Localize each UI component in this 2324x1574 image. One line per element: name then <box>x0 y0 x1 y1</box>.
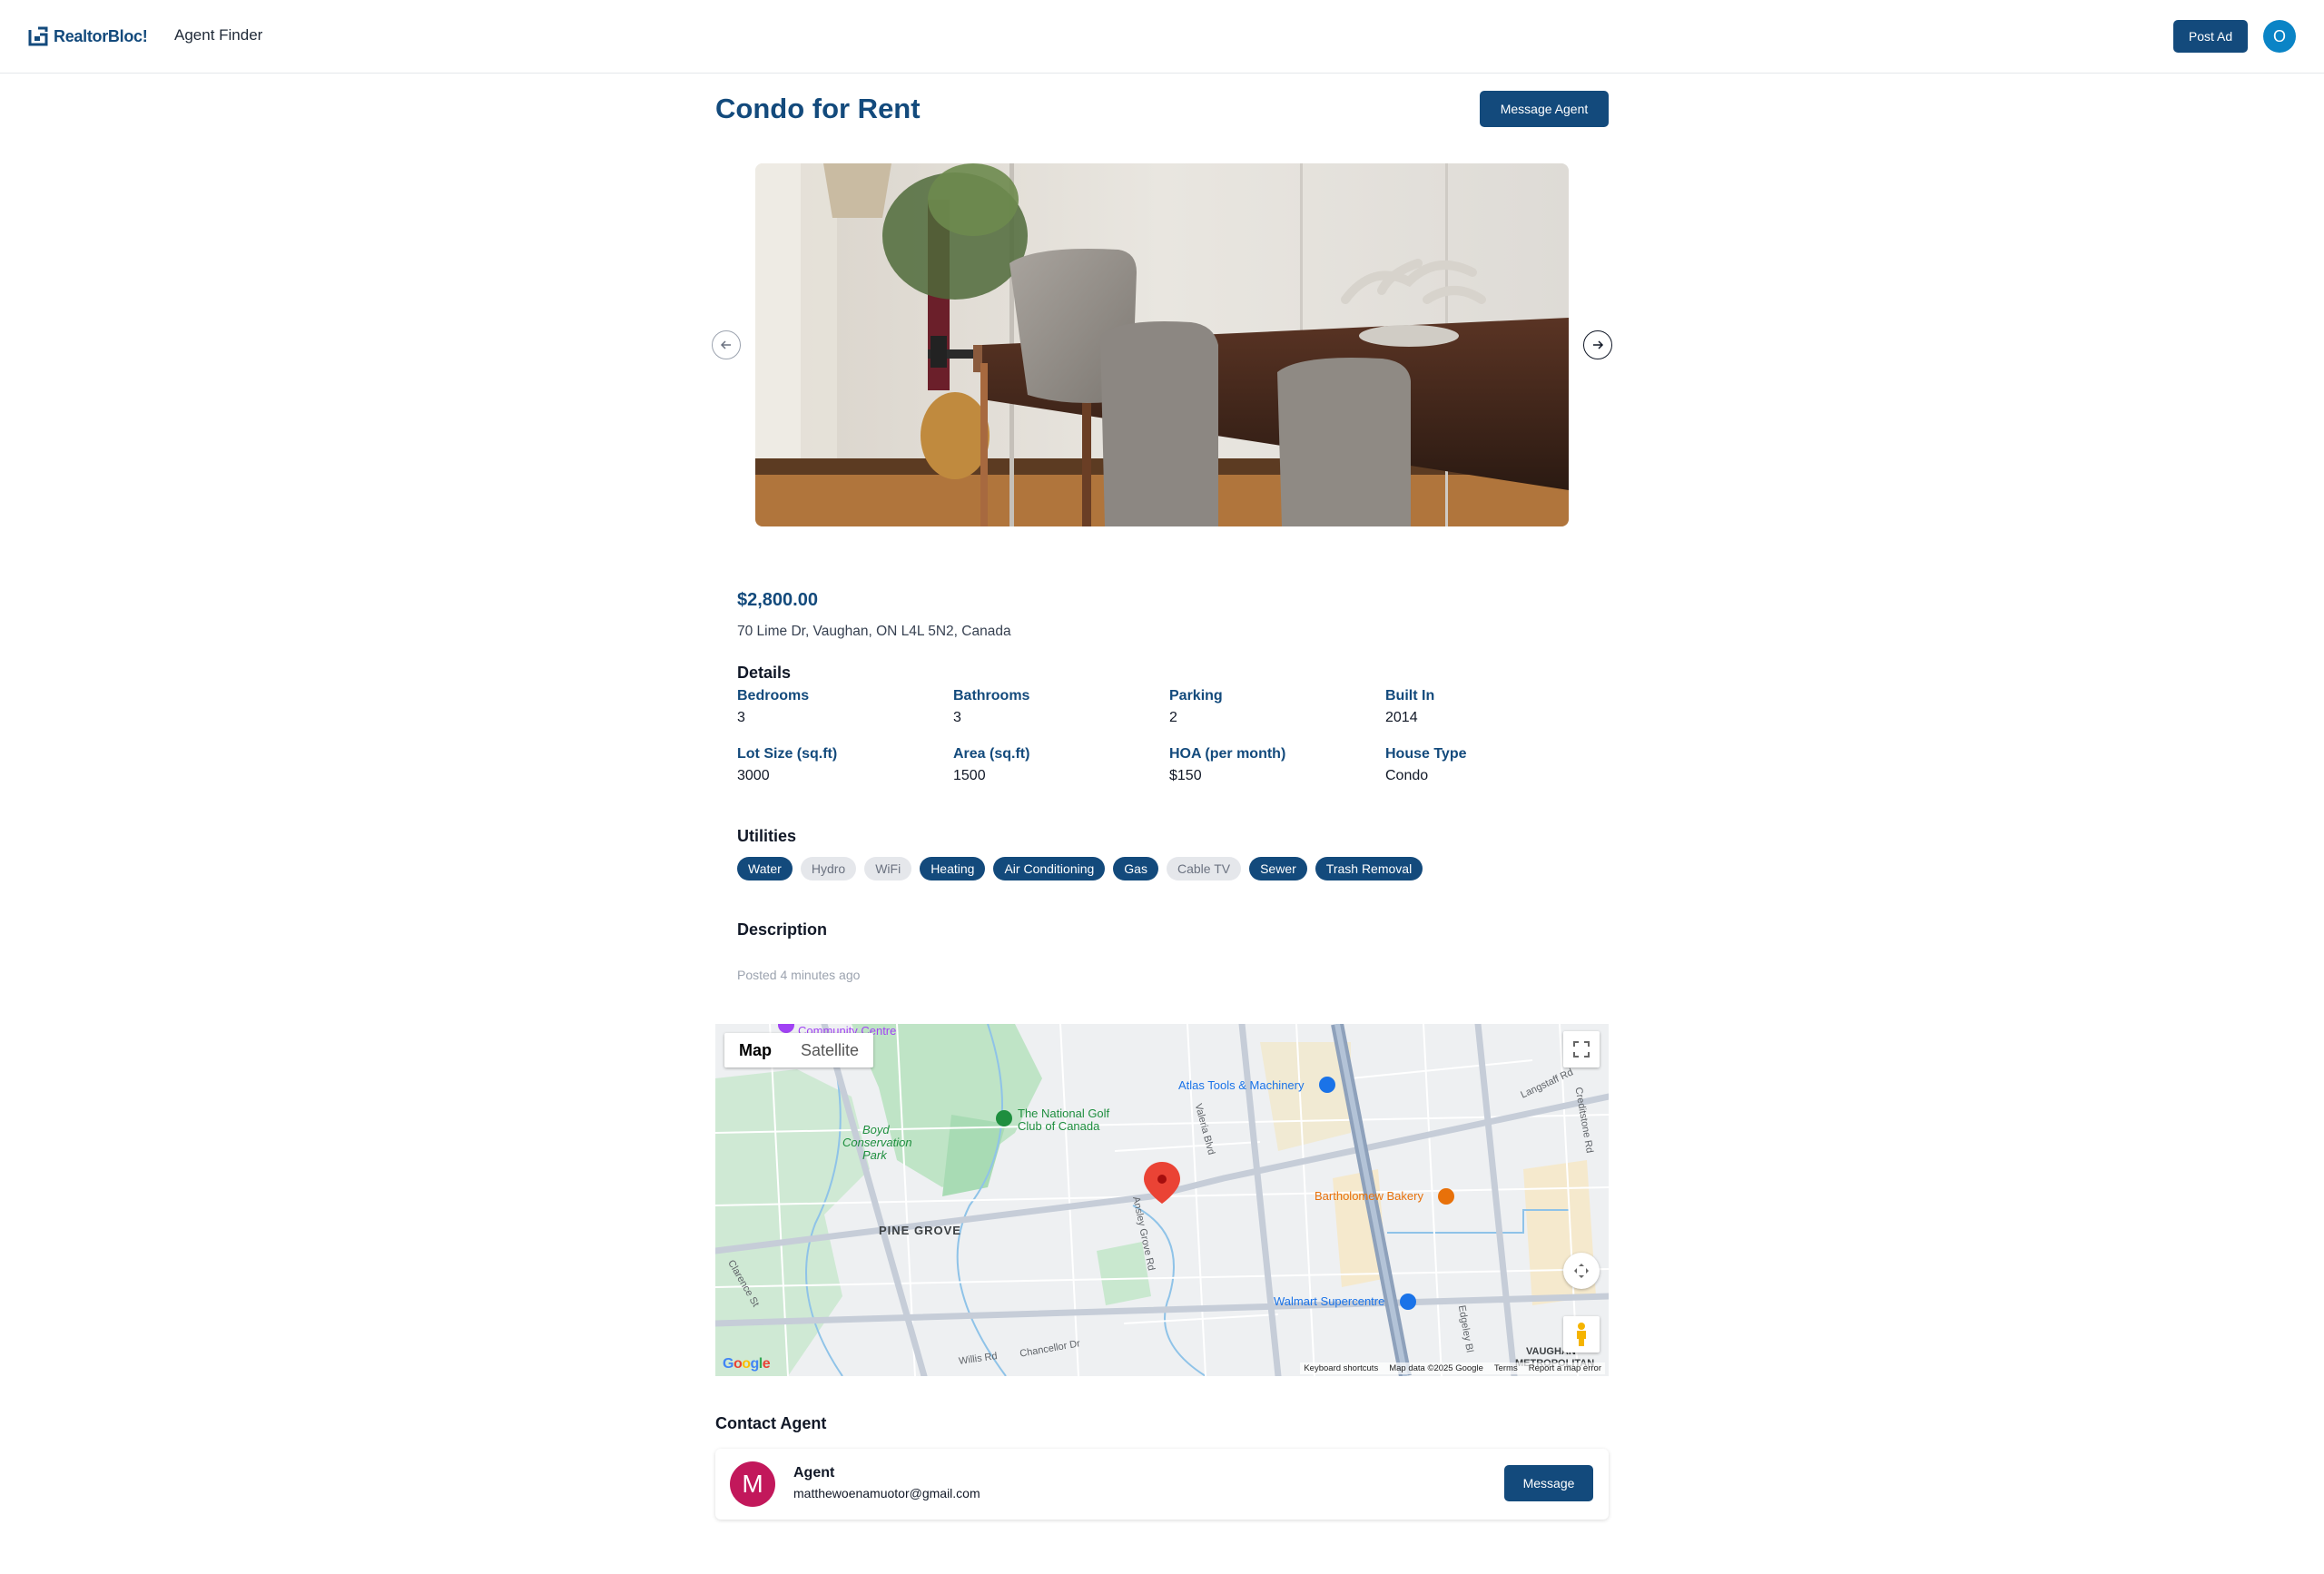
utility-pill-hydro: Hydro <box>800 857 857 880</box>
utility-pill-trash-removal: Trash Removal <box>1315 857 1423 880</box>
detail-built-in: Built In 2014 <box>1385 688 1434 726</box>
detail-value: 1500 <box>953 768 986 783</box>
carousel-next-button[interactable] <box>1583 330 1612 359</box>
detail-value: 2 <box>1169 710 1177 725</box>
details-heading: Details <box>737 664 792 682</box>
fullscreen-icon <box>1573 1041 1590 1058</box>
detail-value: 3 <box>953 710 961 725</box>
top-navbar: RealtorBloc! Agent Finder Post Ad O <box>0 0 2324 74</box>
detail-value: Condo <box>1385 768 1429 783</box>
brand-name: RealtorBloc! <box>54 26 148 45</box>
agent-name: Agent <box>793 1465 835 1481</box>
contact-agent-heading: Contact Agent <box>715 1414 827 1432</box>
detail-label: Bathrooms <box>953 688 1030 703</box>
message-agent-button[interactable]: Message Agent <box>1480 91 1609 127</box>
detail-hoa: HOA (per month) $150 <box>1169 746 1285 784</box>
utility-pill-air-conditioning: Air Conditioning <box>993 857 1106 880</box>
description-heading: Description <box>737 920 828 939</box>
utility-pill-sewer: Sewer <box>1249 857 1307 880</box>
page-title: Condo for Rent <box>715 93 921 124</box>
agent-email: matthewoenamuotor@gmail.com <box>793 1486 980 1500</box>
detail-label: Built In <box>1385 688 1435 703</box>
detail-value: 3000 <box>737 768 770 783</box>
map-label-walmart: Walmart Supercentre <box>1274 1294 1385 1308</box>
map-label-boyd-1: Boyd <box>862 1123 890 1136</box>
listing-photo <box>755 163 1569 526</box>
detail-value: 3 <box>737 710 745 725</box>
report-map-error-link[interactable]: Report a map error <box>1529 1363 1601 1373</box>
posted-time: Posted 4 minutes ago <box>737 968 861 982</box>
listing-price: $2,800.00 <box>737 590 818 610</box>
arrow-right-icon <box>1593 340 1604 349</box>
detail-label: Bedrooms <box>737 688 810 703</box>
detail-parking: Parking 2 <box>1169 688 1223 726</box>
photo-dining-room <box>755 163 1569 526</box>
map-label-golf-1: The National Golf <box>1018 1107 1110 1120</box>
post-ad-button[interactable]: Post Ad <box>2173 20 2248 53</box>
agent-avatar: M <box>730 1461 775 1507</box>
map-label-boyd-3: Park <box>862 1148 887 1162</box>
detail-value: $150 <box>1169 768 1202 783</box>
utilities-list: Water Hydro WiFi Heating Air Conditionin… <box>737 857 1423 880</box>
map-type-control: Map Satellite <box>724 1033 874 1067</box>
detail-house-type: House Type Condo <box>1385 746 1467 784</box>
map-label-pine-grove: PINE GROVE <box>879 1224 961 1237</box>
nav-link-agent-finder[interactable]: Agent Finder <box>174 26 262 44</box>
detail-label: Area (sq.ft) <box>953 746 1030 762</box>
map-type-satellite-button[interactable]: Satellite <box>786 1033 873 1067</box>
utility-pill-water: Water <box>737 857 793 880</box>
listing-address: 70 Lime Dr, Vaughan, ON L4L 5N2, Canada <box>737 624 1011 639</box>
map-type-map-button[interactable]: Map <box>724 1033 786 1067</box>
pegman-icon <box>1577 1323 1586 1346</box>
terms-link[interactable]: Terms <box>1494 1363 1518 1373</box>
detail-bathrooms: Bathrooms 3 <box>953 688 1029 726</box>
utility-pill-wifi: WiFi <box>864 857 912 880</box>
location-map[interactable]: Community Centre Atlas Tools & Machinery… <box>715 1024 1609 1376</box>
message-button[interactable]: Message <box>1504 1465 1593 1501</box>
detail-label: HOA (per month) <box>1169 746 1286 762</box>
map-footer: Keyboard shortcuts Map data ©2025 Google… <box>1300 1362 1605 1374</box>
logo-icon <box>28 26 48 46</box>
map-label-golf-2: Club of Canada <box>1018 1119 1100 1133</box>
camera-control-button[interactable] <box>1563 1253 1600 1289</box>
detail-bedrooms: Bedrooms 3 <box>737 688 809 726</box>
map-label-boyd-2: Conservation <box>842 1136 912 1149</box>
camera-control-icon <box>1574 1264 1589 1278</box>
carousel-prev-button[interactable] <box>712 330 741 359</box>
fullscreen-button[interactable] <box>1563 1031 1600 1067</box>
brand-logo[interactable]: RealtorBloc! <box>28 25 148 48</box>
detail-label: Parking <box>1169 688 1223 703</box>
map-canvas[interactable] <box>715 1024 1609 1376</box>
utility-pill-cable-tv: Cable TV <box>1166 857 1242 880</box>
detail-area: Area (sq.ft) 1500 <box>953 746 1029 784</box>
map-data-attribution: Map data ©2025 Google <box>1389 1363 1483 1373</box>
detail-value: 2014 <box>1385 710 1418 725</box>
detail-label: Lot Size (sq.ft) <box>737 746 838 762</box>
agent-card: M Agent matthewoenamuotor@gmail.com Mess… <box>715 1449 1609 1520</box>
detail-label: House Type <box>1385 746 1467 762</box>
utility-pill-gas: Gas <box>1113 857 1158 880</box>
map-label-bakery: Bartholomew Bakery <box>1315 1189 1423 1203</box>
user-avatar[interactable]: O <box>2263 20 2296 53</box>
arrow-left-icon <box>720 340 731 349</box>
utility-pill-heating: Heating <box>920 857 986 880</box>
street-view-pegman-button[interactable] <box>1563 1316 1600 1353</box>
utilities-heading: Utilities <box>737 827 797 845</box>
google-logo: Google <box>723 1356 771 1372</box>
map-label-atlas: Atlas Tools & Machinery <box>1178 1078 1305 1092</box>
detail-lot-size: Lot Size (sq.ft) 3000 <box>737 746 837 784</box>
keyboard-shortcuts-link[interactable]: Keyboard shortcuts <box>1304 1363 1378 1373</box>
